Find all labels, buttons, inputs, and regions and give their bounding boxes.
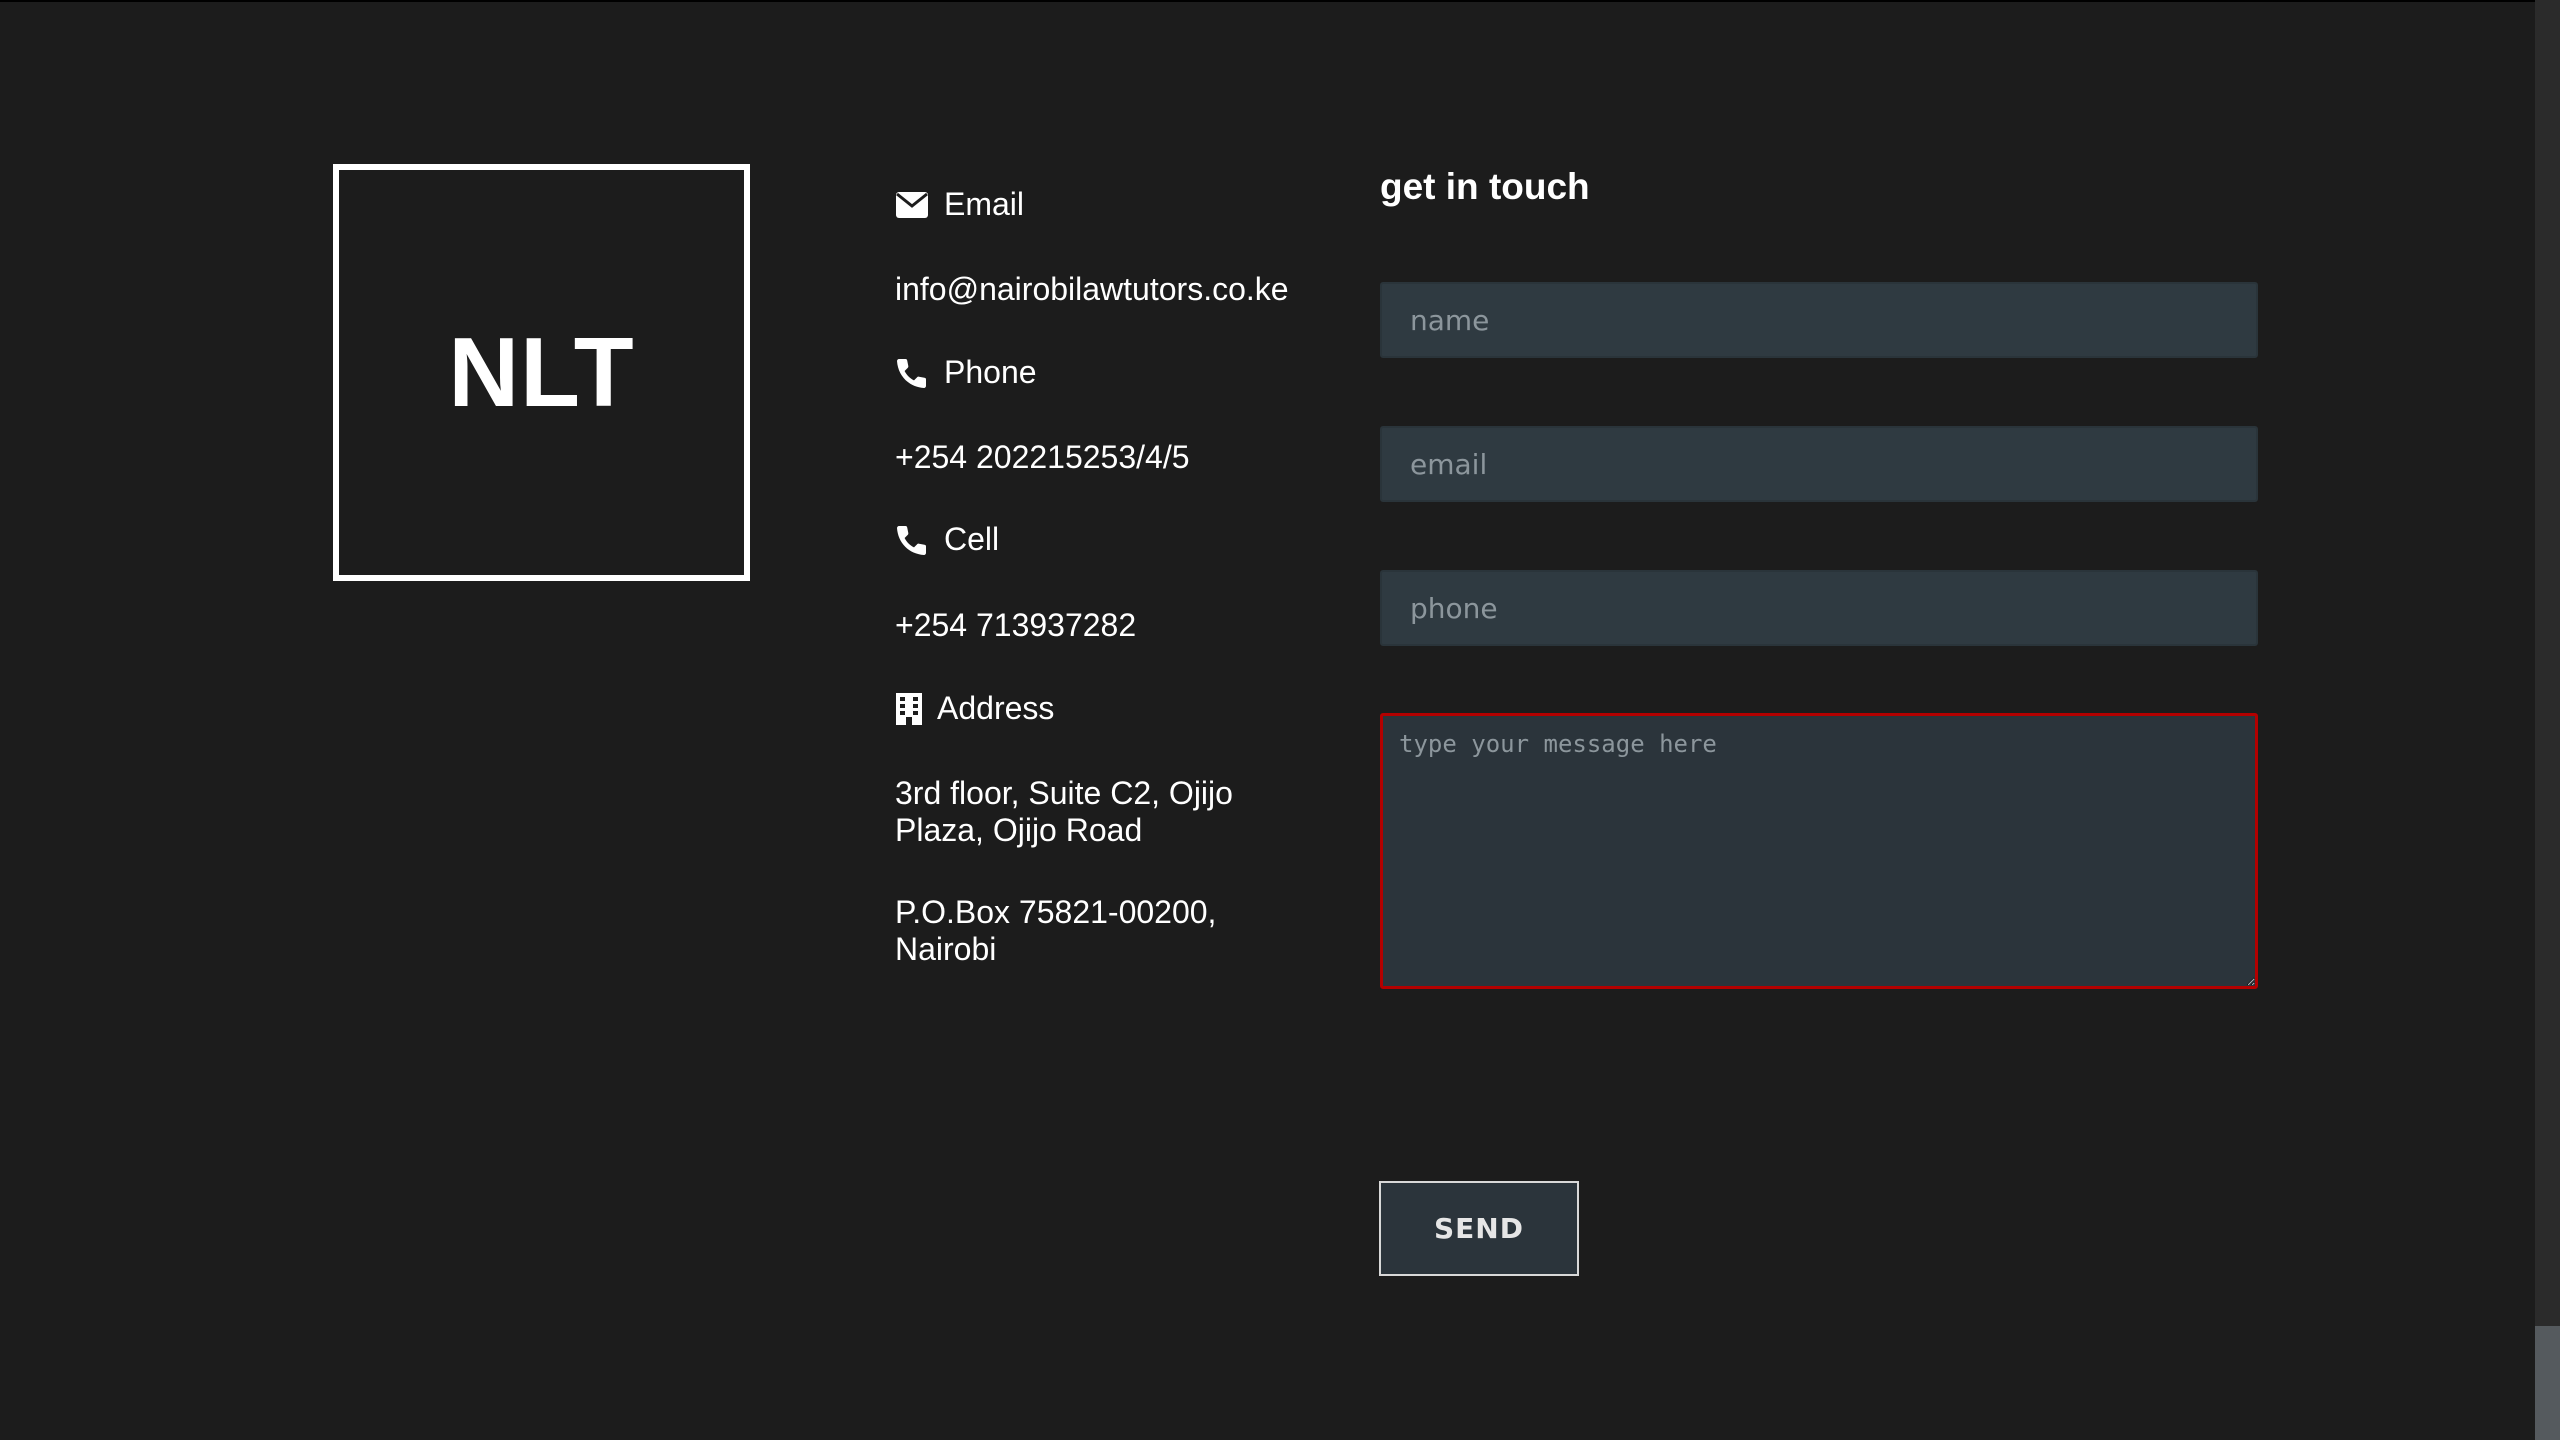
- cell-phone-icon: [895, 523, 929, 557]
- scrollbar-thumb[interactable]: [2535, 1326, 2560, 1440]
- phone-value: +254 202215253/4/5: [895, 439, 1190, 475]
- email-input[interactable]: [1380, 426, 2258, 502]
- po-box-line: P.O.Box 75821-00200, Nairobi: [895, 894, 1217, 967]
- cell-value: +254 713937282: [895, 607, 1137, 643]
- phone-label: Phone: [944, 354, 1037, 390]
- envelope-icon: [895, 188, 929, 222]
- address-label: Address: [937, 690, 1055, 726]
- logo-text: NLT: [448, 317, 635, 427]
- scrollbar-track[interactable]: [2535, 0, 2560, 1440]
- cell-label: Cell: [944, 521, 1000, 557]
- page: NLT Email info@nairobilawtutors.co.ke Ph…: [0, 0, 2560, 1440]
- address-line: 3rd floor, Suite C2, Ojijo Plaza, Ojijo …: [895, 775, 1233, 848]
- phone-input[interactable]: [1380, 570, 2258, 646]
- email-label: Email: [944, 186, 1025, 222]
- phone-heading: Phone: [895, 354, 1037, 391]
- name-input[interactable]: [1380, 282, 2258, 358]
- cell-heading: Cell: [895, 521, 999, 558]
- message-textarea[interactable]: [1380, 713, 2258, 989]
- phone-icon: [895, 356, 929, 390]
- send-button[interactable]: SEND: [1379, 1181, 1579, 1276]
- logo: NLT: [333, 164, 750, 581]
- email-value: info@nairobilawtutors.co.ke: [895, 271, 1289, 307]
- building-icon: [895, 692, 923, 726]
- address-heading: Address: [895, 690, 1054, 727]
- top-divider: [0, 0, 2535, 2]
- email-heading: Email: [895, 186, 1024, 223]
- form-title: get in touch: [1380, 166, 1590, 207]
